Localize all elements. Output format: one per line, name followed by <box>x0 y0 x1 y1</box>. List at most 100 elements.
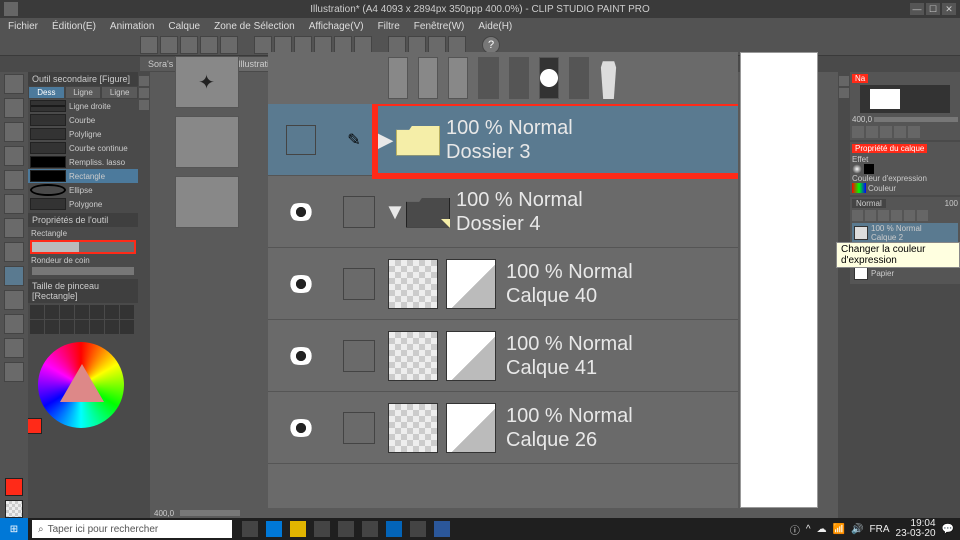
handle-icon[interactable] <box>839 88 849 98</box>
subtool-tab-line2[interactable]: Ligne <box>101 86 138 99</box>
taskbar-app[interactable] <box>266 521 282 537</box>
subtool-ellipse[interactable]: Ellipse <box>28 183 138 197</box>
toolbar-icon[interactable] <box>408 36 426 54</box>
taskbar-app[interactable] <box>410 521 426 537</box>
folder-chevron[interactable]: ▶ <box>374 127 396 153</box>
visibility-box[interactable] <box>286 125 316 155</box>
lock-box[interactable] <box>343 196 375 228</box>
zoom-slider[interactable] <box>180 510 240 516</box>
mini-layer-btn[interactable] <box>878 210 889 221</box>
menu-layer[interactable]: Calque <box>168 21 200 32</box>
taskbar-app[interactable] <box>386 521 402 537</box>
nav-zoom-value[interactable]: 400,0 <box>852 115 872 124</box>
toolprop-fillmode[interactable] <box>30 240 136 254</box>
brush-presets[interactable] <box>28 303 138 336</box>
toolbar-icon[interactable] <box>334 36 352 54</box>
expression-color-icon[interactable] <box>852 183 866 193</box>
folder-shortcut[interactable]: ✦ <box>175 56 239 108</box>
start-button[interactable]: ⊞ <box>0 518 28 540</box>
subtool-line[interactable]: Ligne droite <box>28 99 138 113</box>
folder-chevron[interactable]: ▼ <box>384 199 406 225</box>
tool-brush[interactable] <box>4 242 24 262</box>
mini-layer-btn[interactable] <box>865 210 876 221</box>
apply-mask-button[interactable] <box>569 57 589 99</box>
visibility-eye-icon[interactable] <box>286 419 316 437</box>
toolbar-icon[interactable] <box>294 36 312 54</box>
tray-chevron-icon[interactable]: ^ <box>806 524 811 535</box>
layer-row-calque41[interactable]: 100 % Normal Calque 41 <box>268 320 738 392</box>
new-folder-button[interactable] <box>448 57 468 99</box>
nav-button[interactable] <box>894 126 906 138</box>
toolbar-icon[interactable] <box>448 36 466 54</box>
lock-box[interactable] <box>343 268 375 300</box>
handle-icon[interactable] <box>139 76 149 86</box>
toolbar-icon[interactable] <box>314 36 332 54</box>
color-wheel[interactable] <box>28 336 134 436</box>
folder-shortcut-new[interactable] <box>175 116 239 168</box>
folder-shortcut-opt[interactable] <box>175 176 239 228</box>
minimize-button[interactable]: — <box>910 3 924 15</box>
tool-wand[interactable] <box>4 170 24 190</box>
opacity-value[interactable]: 100 <box>945 199 958 208</box>
mask-button[interactable] <box>539 57 559 99</box>
taskbar-app[interactable] <box>314 521 330 537</box>
lock-box[interactable] <box>343 412 375 444</box>
menu-window[interactable]: Fenêtre(W) <box>414 21 465 32</box>
taskbar-search[interactable]: ⌕ Taper ici pour rechercher <box>32 520 232 538</box>
new-layer-button[interactable] <box>388 57 408 99</box>
handle-icon[interactable] <box>139 88 149 98</box>
tool-move[interactable] <box>4 98 24 118</box>
visibility-eye-icon[interactable] <box>286 347 316 365</box>
toolbar-icon[interactable] <box>180 36 198 54</box>
mini-layer-btn[interactable] <box>904 210 915 221</box>
toolbar-icon[interactable] <box>428 36 446 54</box>
tool-select[interactable] <box>4 122 24 142</box>
tool-eyedrop[interactable] <box>4 194 24 214</box>
nav-button[interactable] <box>880 126 892 138</box>
menu-filter[interactable]: Filtre <box>378 21 400 32</box>
subtool-tab-draw[interactable]: Dess <box>28 86 65 99</box>
tray-volume-icon[interactable]: 🔊 <box>851 524 863 535</box>
menu-edit[interactable]: Édition(E) <box>52 21 96 32</box>
mini-layer-btn[interactable] <box>891 210 902 221</box>
toolbar-icon[interactable] <box>220 36 238 54</box>
visibility-eye-icon[interactable] <box>286 275 316 293</box>
tray-icon[interactable]: ⓘ <box>790 522 800 537</box>
lock-box[interactable] <box>343 340 375 372</box>
canvas[interactable] <box>740 52 818 508</box>
help-icon[interactable]: ? <box>482 36 500 54</box>
subtool-tab-line1[interactable]: Ligne <box>65 86 102 99</box>
tool-lasso[interactable] <box>4 146 24 166</box>
mini-layer-row[interactable]: 100 % NormalCalque 2 <box>852 223 958 243</box>
tool-gradient[interactable] <box>4 338 24 358</box>
expression-color-text[interactable]: Couleur <box>868 184 896 193</box>
subtool-lassofill[interactable]: Rempliss. lasso <box>28 155 138 169</box>
color-fg-swatch[interactable] <box>28 418 42 434</box>
taskbar-app[interactable] <box>362 521 378 537</box>
merge-down-button[interactable] <box>509 57 529 99</box>
toolbar-icon[interactable] <box>388 36 406 54</box>
subtool-rectangle[interactable]: Rectangle <box>28 169 138 183</box>
subtool-polygon[interactable]: Polygone <box>28 197 138 211</box>
taskbar-app[interactable] <box>242 521 258 537</box>
tool-pen[interactable] <box>4 218 24 238</box>
nav-tab[interactable]: Na <box>852 74 868 83</box>
menu-selection[interactable]: Zone de Sélection <box>214 21 295 32</box>
menu-animation[interactable]: Animation <box>110 21 154 32</box>
layer-row-folder4[interactable]: ▼ 100 % Normal Dossier 4 <box>268 176 738 248</box>
menu-view[interactable]: Affichage(V) <box>309 21 364 32</box>
tray-notifications-icon[interactable]: 💬 <box>942 524 954 535</box>
layer-row-folder3[interactable]: ✎ ▶ 100 % Normal Dossier 3 <box>268 104 738 176</box>
tray-cloud-icon[interactable]: ☁ <box>817 524 827 535</box>
close-button[interactable]: ✕ <box>942 3 956 15</box>
subtool-curve[interactable]: Courbe <box>28 113 138 127</box>
toolprop-round-slider[interactable] <box>32 267 134 275</box>
toolbar-icon[interactable] <box>200 36 218 54</box>
handle-icon[interactable] <box>139 100 149 110</box>
nav-button[interactable] <box>908 126 920 138</box>
layer-row-calque40[interactable]: 100 % Normal Calque 40 <box>268 248 738 320</box>
taskbar-app[interactable] <box>434 521 450 537</box>
new-layer-button2[interactable] <box>418 57 438 99</box>
tray-date[interactable]: 23-03-20 <box>896 528 936 539</box>
tool-text[interactable] <box>4 290 24 310</box>
